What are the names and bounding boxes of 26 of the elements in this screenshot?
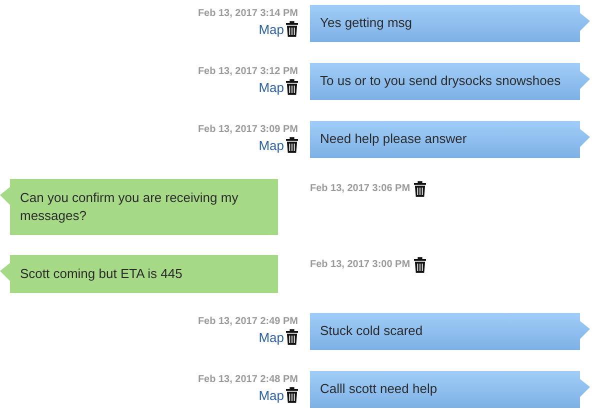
message-timestamp: Feb 13, 2017 3:14 PM: [198, 8, 298, 20]
map-link[interactable]: Map: [258, 22, 284, 36]
message-timestamp: Feb 13, 2017 3:00 PM: [310, 259, 410, 271]
trash-icon[interactable]: [286, 21, 298, 37]
map-link[interactable]: Map: [258, 80, 284, 94]
map-link[interactable]: Map: [258, 138, 284, 152]
message-timestamp: Feb 13, 2017 3:09 PM: [198, 124, 298, 136]
trash-icon[interactable]: [286, 387, 298, 403]
sent-message-bubble: To us or to you send drysocks snowshoes: [310, 63, 590, 100]
trash-icon[interactable]: [286, 137, 298, 153]
message-timestamp: Feb 13, 2017 2:49 PM: [198, 316, 298, 328]
received-message-bubble: Scott coming but ETA is 445: [0, 255, 278, 293]
trash-icon[interactable]: [286, 329, 298, 345]
message-timestamp: Feb 13, 2017 3:06 PM: [310, 183, 410, 195]
sent-message-bubble: Calll scott need help: [310, 371, 590, 408]
sent-message-bubble: Need help please answer: [310, 121, 590, 158]
sent-message-bubble: Stuck cold scared: [310, 313, 590, 350]
trash-icon[interactable]: [286, 79, 298, 95]
map-link[interactable]: Map: [258, 388, 284, 402]
trash-icon[interactable]: [414, 257, 426, 273]
received-message-bubble: Can you confirm you are receiving my messages?: [0, 179, 278, 235]
message-timestamp: Feb 13, 2017 2:48 PM: [198, 374, 298, 386]
message-timestamp: Feb 13, 2017 3:12 PM: [198, 66, 298, 78]
sent-message-bubble: Yes getting msg: [310, 5, 590, 42]
trash-icon[interactable]: [414, 181, 426, 197]
map-link[interactable]: Map: [258, 330, 284, 344]
